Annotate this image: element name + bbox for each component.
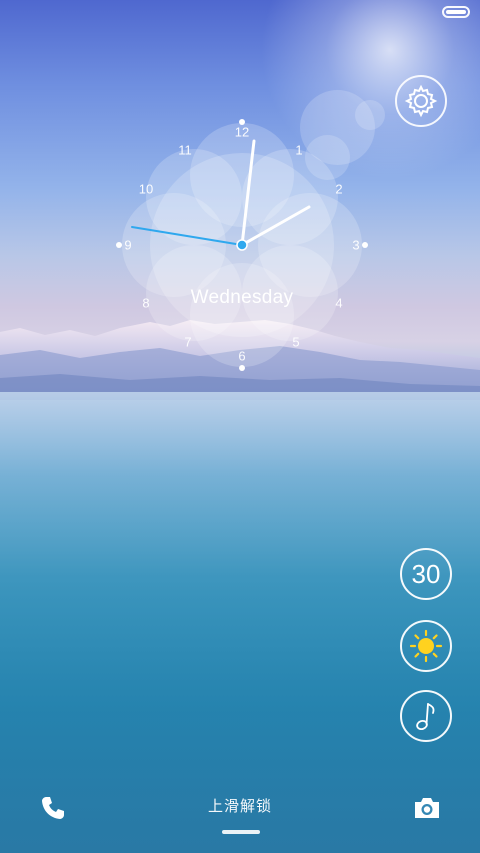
clock-number: 7	[184, 334, 192, 350]
clock-number: 8	[142, 295, 150, 311]
clock-number: 9	[124, 237, 132, 253]
weather-widget[interactable]	[400, 620, 452, 672]
gear-icon	[404, 84, 438, 118]
unlock-hint: 上滑解锁	[207, 797, 273, 815]
clock-number: 6	[238, 348, 246, 364]
clock-number: 3	[352, 237, 360, 253]
settings-button[interactable]	[395, 75, 447, 127]
battery-level	[446, 10, 466, 14]
camera-button[interactable]	[412, 794, 442, 822]
clock-face	[116, 119, 368, 371]
clock-number: 11	[178, 142, 192, 158]
clock-number: 4	[335, 295, 343, 311]
weekday-label: Wednesday	[190, 287, 294, 308]
music-widget[interactable]	[400, 690, 452, 742]
analog-clock: 12 1 2 3 4 5 6 7 8 9 10 11 Wednesday	[112, 115, 372, 375]
battery-icon	[442, 6, 470, 18]
music-note-icon	[416, 703, 435, 731]
swipe-handle[interactable]	[222, 830, 260, 834]
sun-icon	[409, 629, 443, 663]
clock-number: 2	[335, 181, 343, 197]
lock-screen: 12 1 2 3 4 5 6 7 8 9 10 11 Wednesday 30	[0, 0, 480, 853]
camera-icon	[415, 798, 439, 818]
calendar-widget[interactable]: 30	[400, 548, 452, 600]
date-label: 30	[411, 558, 441, 589]
clock-number: 10	[138, 181, 154, 197]
phone-button[interactable]	[38, 793, 68, 823]
clock-number: 5	[292, 334, 300, 350]
clock-number: 12	[234, 124, 250, 140]
clock-number: 1	[295, 142, 303, 158]
phone-icon	[42, 797, 64, 819]
lake	[0, 392, 480, 853]
